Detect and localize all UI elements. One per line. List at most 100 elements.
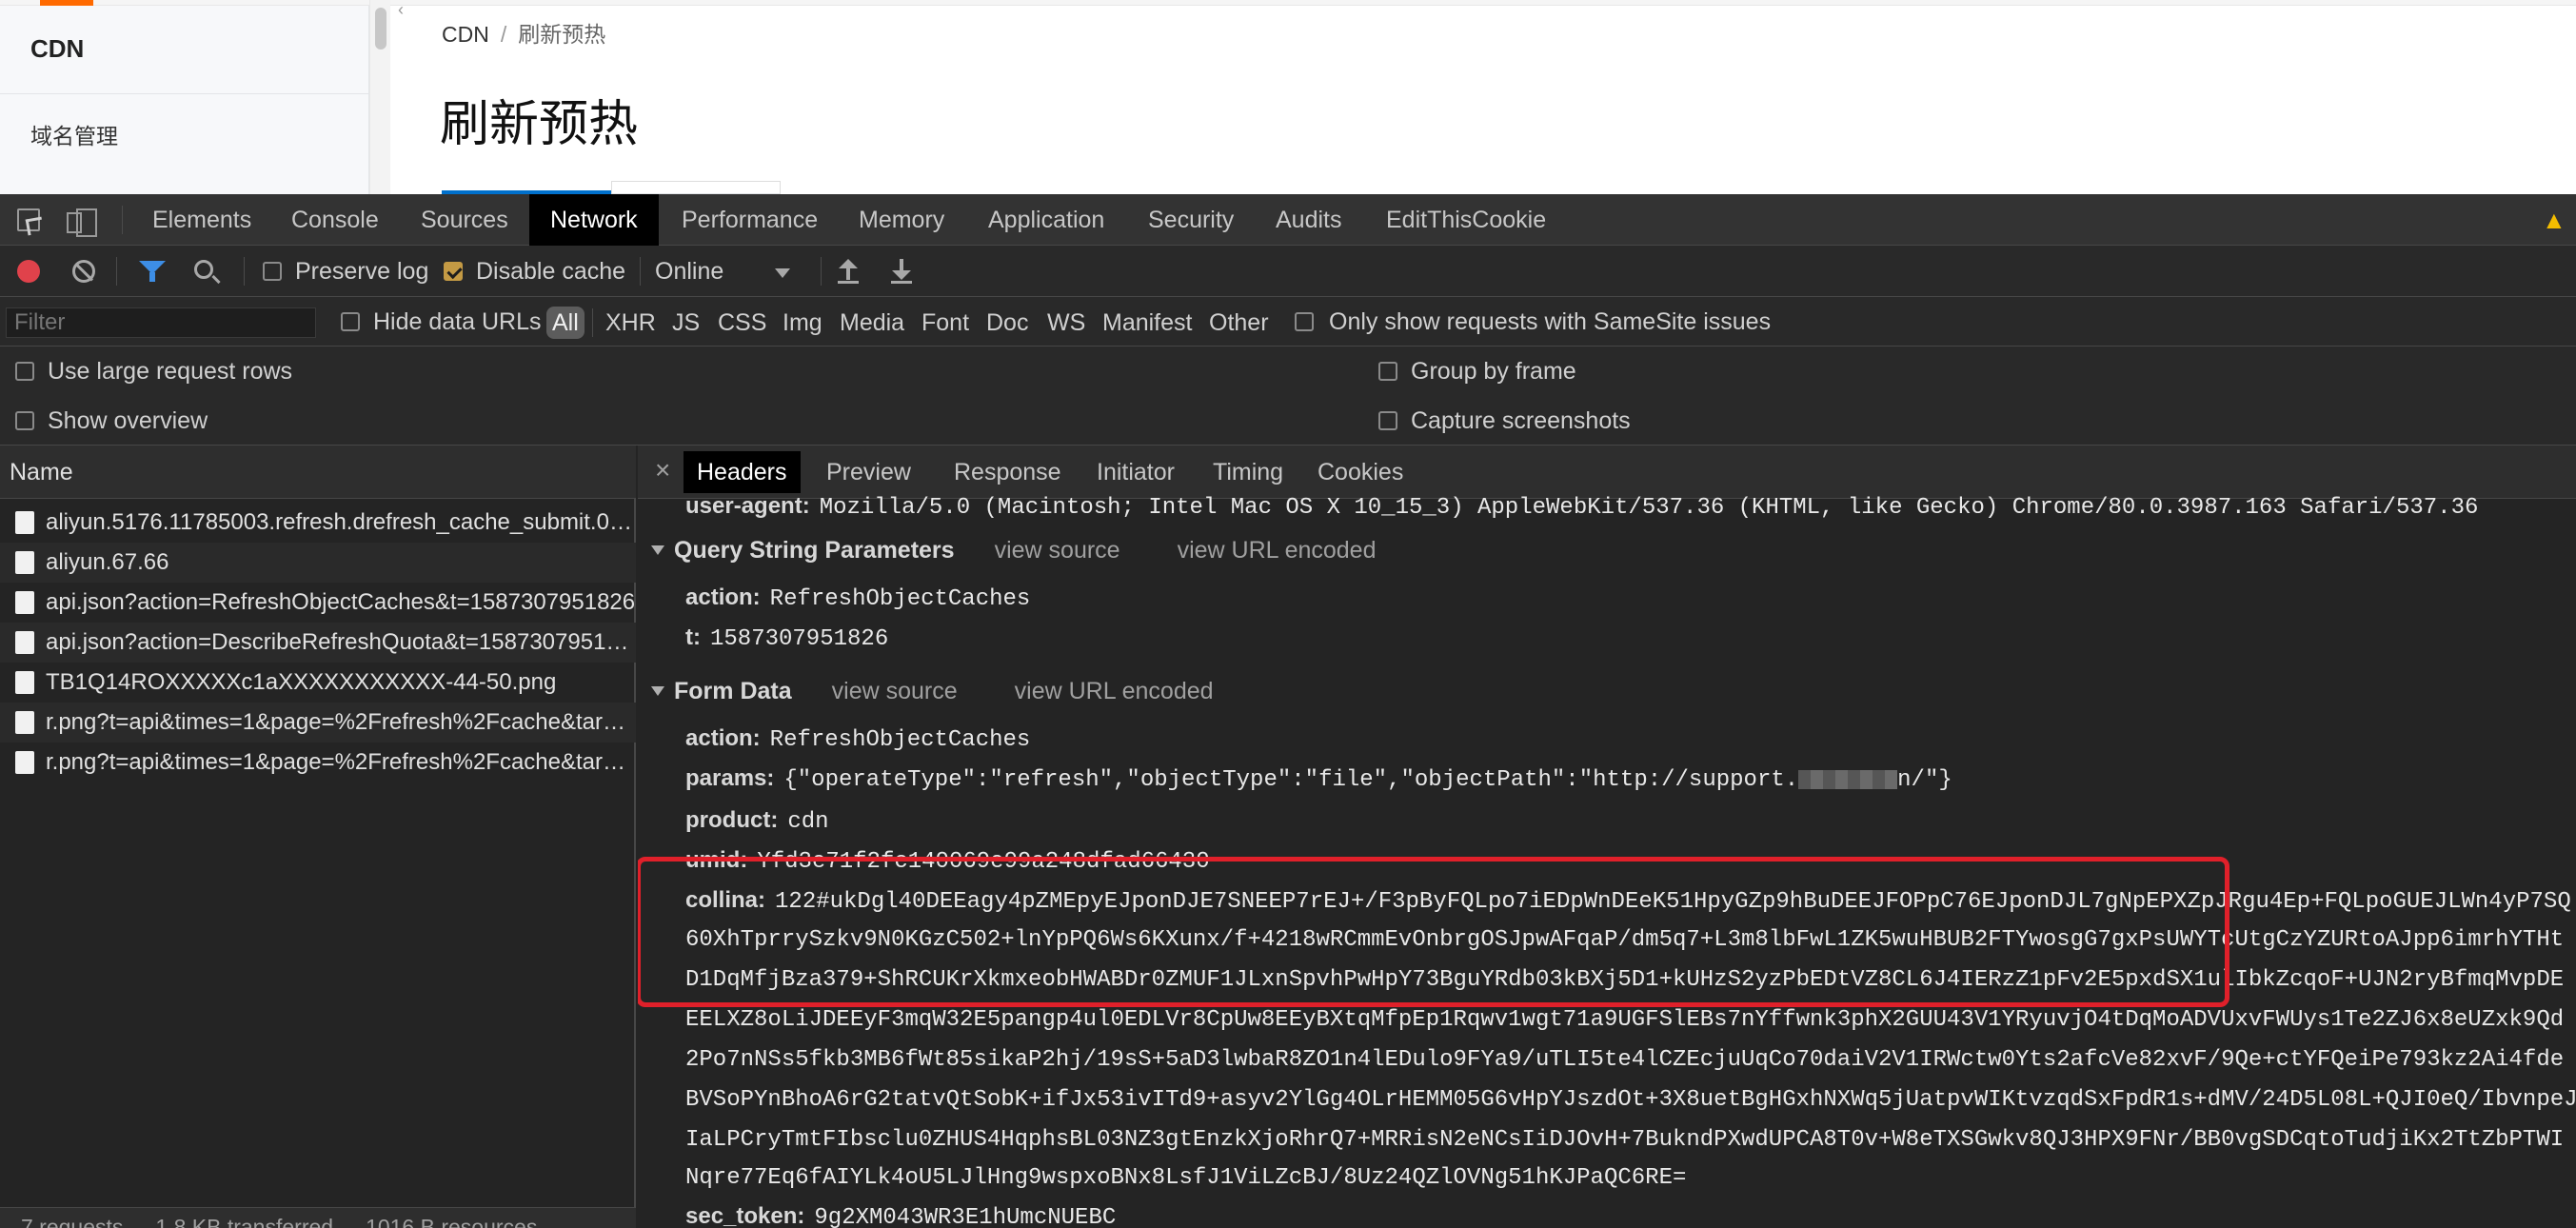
breadcrumb-separator: / xyxy=(500,22,507,47)
hide-data-urls-label[interactable]: Hide data URLs xyxy=(373,308,541,336)
query-string-title[interactable]: Query String Parameters xyxy=(674,537,955,564)
file-icon xyxy=(15,591,34,614)
filter-icon[interactable] xyxy=(139,261,166,282)
page-scrollbar[interactable] xyxy=(369,0,390,194)
devtools-panel: Elements Console Sources Network Perform… xyxy=(0,194,2576,1228)
filter-type-img[interactable]: Img xyxy=(777,307,828,339)
form-data-section[interactable]: Form Data view source view URL encoded xyxy=(638,678,1214,705)
sidebar-title: CDN xyxy=(30,34,85,63)
device-toolbar-icon[interactable] xyxy=(67,208,97,237)
tab-network[interactable]: Network xyxy=(529,194,659,246)
inspect-element-icon[interactable] xyxy=(17,208,40,231)
form-data-highlight-box xyxy=(638,857,2229,1007)
tab-audits[interactable]: Audits xyxy=(1255,194,1362,246)
group-by-frame-checkbox[interactable] xyxy=(1378,362,1397,381)
preserve-log-checkbox[interactable] xyxy=(263,262,282,281)
collapse-sidebar-icon[interactable]: ‹ xyxy=(398,0,421,19)
preserve-log-label[interactable]: Preserve log xyxy=(295,258,428,286)
clear-icon[interactable] xyxy=(72,260,95,283)
filter-type-media[interactable]: Media xyxy=(834,307,910,339)
tab-response[interactable]: Response xyxy=(941,451,1075,493)
sidebar-item-domain-management[interactable]: 域名管理 xyxy=(30,118,118,150)
large-rows-checkbox[interactable] xyxy=(15,362,34,381)
record-icon[interactable] xyxy=(17,260,40,283)
samesite-checkbox[interactable] xyxy=(1295,312,1314,331)
query-string-section[interactable]: Query String Parameters view source view U… xyxy=(638,537,1377,564)
view-url-encoded-link[interactable]: view URL encoded xyxy=(1015,678,1214,704)
samesite-label[interactable]: Only show requests with SameSite issues xyxy=(1329,308,1771,336)
filter-type-manifest[interactable]: Manifest xyxy=(1097,307,1198,339)
large-rows-label[interactable]: Use large request rows xyxy=(48,358,292,386)
form-param-row: params: {"operateType":"refresh","objectT… xyxy=(685,765,1952,793)
export-har-icon[interactable] xyxy=(891,259,912,284)
page-tab[interactable] xyxy=(611,181,781,194)
tab-initiator[interactable]: Initiator xyxy=(1083,451,1188,493)
filter-type-all[interactable]: All xyxy=(546,307,585,339)
triangle-down-icon[interactable] xyxy=(651,685,664,696)
filter-type-js[interactable]: JS xyxy=(666,307,705,339)
tab-security[interactable]: Security xyxy=(1127,194,1255,246)
view-url-encoded-link[interactable]: view URL encoded xyxy=(1178,537,1377,564)
param-key: action: xyxy=(685,584,761,610)
filter-type-xhr[interactable]: XHR xyxy=(600,307,662,339)
param-value: RefreshObjectCaches xyxy=(769,727,1031,753)
name-column-header[interactable]: Name xyxy=(0,446,636,499)
query-param-row: t: 1587307951826 xyxy=(685,624,888,652)
show-overview-label[interactable]: Show overview xyxy=(48,407,208,435)
filter-type-css[interactable]: CSS xyxy=(712,307,772,339)
warning-icon[interactable]: ▲ xyxy=(2542,206,2566,235)
param-value-end: n/"} xyxy=(1897,767,1952,793)
param-key: t: xyxy=(685,624,701,650)
filter-type-font[interactable]: Font xyxy=(916,307,975,339)
tab-cookies[interactable]: Cookies xyxy=(1304,451,1417,493)
request-row[interactable]: api.json?action=RefreshObjectCaches&t=15… xyxy=(0,583,636,623)
tab-elements[interactable]: Elements xyxy=(131,194,272,246)
view-source-link[interactable]: view source xyxy=(995,537,1120,564)
tab-application[interactable]: Application xyxy=(967,194,1125,246)
close-icon[interactable]: × xyxy=(655,455,670,485)
hide-data-urls-checkbox[interactable] xyxy=(341,312,360,331)
param-value-continuation: EELXZ8oLiJDEEyF3mqW32E5pangp4ul0EDLVr8Cp… xyxy=(685,1007,2565,1033)
disable-cache-label[interactable]: Disable cache xyxy=(476,258,625,286)
filter-type-other[interactable]: Other xyxy=(1203,307,1275,339)
breadcrumb-cdn[interactable]: CDN xyxy=(442,22,489,47)
throttling-select[interactable]: Online xyxy=(655,258,723,286)
page-scrollbar-thumb[interactable] xyxy=(375,8,386,50)
filter-type-doc[interactable]: Doc xyxy=(981,307,1034,339)
request-row[interactable]: api.json?action=DescribeRefreshQuota&t=1… xyxy=(0,623,636,663)
filter-input[interactable] xyxy=(6,307,316,338)
request-detail-pane: × Headers Preview Response Initiator Tim… xyxy=(638,446,2576,1228)
search-icon[interactable] xyxy=(194,260,213,279)
capture-screenshots-checkbox[interactable] xyxy=(1378,411,1397,430)
tab-preview[interactable]: Preview xyxy=(813,451,924,493)
show-overview-checkbox[interactable] xyxy=(15,411,34,430)
tab-sources[interactable]: Sources xyxy=(400,194,529,246)
view-source-link[interactable]: view source xyxy=(832,678,958,704)
request-row[interactable]: aliyun.5176.11785003.refresh.drefresh_ca… xyxy=(0,503,636,543)
param-key: params: xyxy=(685,765,775,791)
tab-console[interactable]: Console xyxy=(270,194,400,246)
filter-type-ws[interactable]: WS xyxy=(1041,307,1091,339)
network-summary-bar: 7 requests 1.8 KB transferred 1016 B resou… xyxy=(0,1207,636,1228)
toolbar-divider xyxy=(116,257,117,286)
group-by-frame-label[interactable]: Group by frame xyxy=(1411,358,1576,386)
tab-headers[interactable]: Headers xyxy=(684,451,801,493)
import-har-icon[interactable] xyxy=(838,259,859,284)
form-data-title[interactable]: Form Data xyxy=(674,678,792,704)
disable-cache-checkbox[interactable] xyxy=(444,262,463,281)
tab-memory[interactable]: Memory xyxy=(838,194,965,246)
tab-timing[interactable]: Timing xyxy=(1199,451,1297,493)
tab-editthiscookie[interactable]: EditThisCookie xyxy=(1365,194,1567,246)
request-row[interactable]: aliyun.67.66 xyxy=(0,543,636,583)
triangle-down-icon[interactable] xyxy=(651,545,664,555)
param-value-continuation: 2Po7nNSs5fkb3MB6fWt85sikaP2hj/19sS+5aD3l… xyxy=(685,1047,2565,1073)
request-row[interactable]: TB1Q14ROXXXXXc1aXXXXXXXXXXX-44-50.png xyxy=(0,663,636,703)
request-row[interactable]: r.png?t=api&times=1&page=%2Frefresh%2Fca… xyxy=(0,743,636,782)
network-filter-bar: Hide data URLs All XHR JS CSS Img Media … xyxy=(0,297,2576,347)
toolbar-divider xyxy=(821,257,822,286)
tab-performance[interactable]: Performance xyxy=(661,194,839,246)
request-row[interactable]: r.png?t=api&times=1&page=%2Frefresh%2Fca… xyxy=(0,703,636,743)
chevron-down-icon[interactable] xyxy=(775,268,790,278)
user-agent-value: Mozilla/5.0 (Macintosh; Intel Mac OS X 1… xyxy=(819,495,2479,521)
capture-screenshots-label[interactable]: Capture screenshots xyxy=(1411,407,1631,435)
